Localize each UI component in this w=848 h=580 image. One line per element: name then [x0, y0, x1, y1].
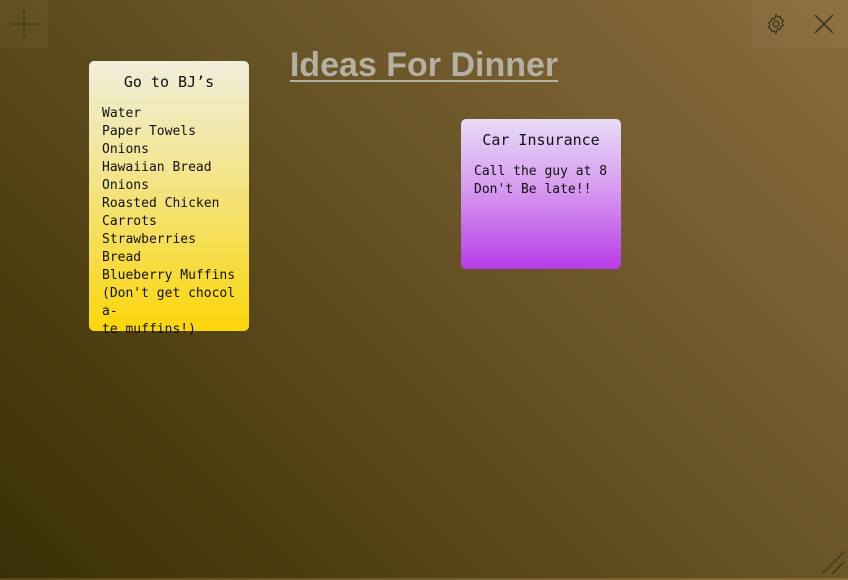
plus-icon — [10, 10, 38, 38]
note-body[interactable]: Call the guy at 8 Don't Be late!! — [474, 163, 613, 199]
resize-grip-icon — [821, 551, 845, 575]
add-note-button[interactable] — [0, 0, 48, 48]
close-icon — [814, 14, 834, 34]
note-title[interactable]: Go to BJ’s — [102, 73, 241, 91]
sticky-note-bjs[interactable]: Go to BJ’s Water Paper Towels Onions Haw… — [89, 61, 249, 337]
sticky-note-car-insurance[interactable]: Car Insurance Call the guy at 8 Don't Be… — [461, 119, 621, 269]
gear-icon — [767, 13, 785, 35]
note-body[interactable]: Water Paper Towels Onions Hawaiian Bread… — [102, 105, 241, 339]
settings-button[interactable] — [752, 0, 800, 48]
note-title[interactable]: Car Insurance — [474, 131, 613, 149]
resize-handle[interactable] — [820, 550, 846, 576]
close-button[interactable] — [800, 0, 848, 48]
